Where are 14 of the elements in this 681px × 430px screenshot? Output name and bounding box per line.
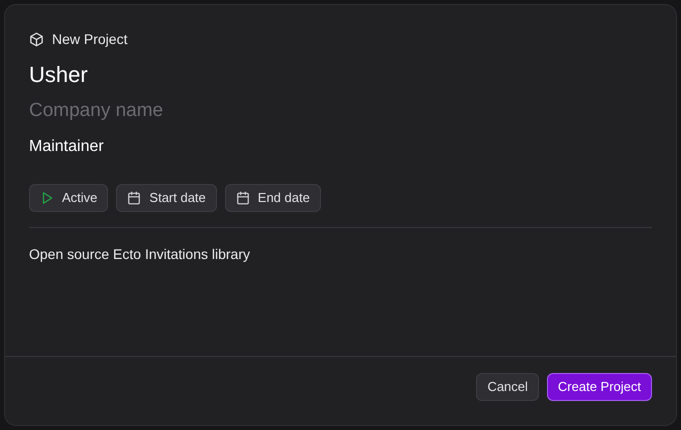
create-button[interactable]: Create Project xyxy=(546,373,652,401)
status-button[interactable]: Active xyxy=(29,184,108,212)
description-text[interactable]: Open source Ecto Invitations library xyxy=(29,244,652,265)
subtitle-field[interactable]: Company name xyxy=(29,96,329,126)
date-button[interactable]: Start date xyxy=(116,184,217,212)
role-field[interactable]: Maintainer xyxy=(29,132,329,162)
calendar-icon xyxy=(127,191,142,205)
dialog-title: New Project xyxy=(52,30,128,49)
cube-icon xyxy=(29,32,44,47)
title-field[interactable]: Usher xyxy=(29,58,329,92)
calendar-icon xyxy=(236,191,250,205)
play-icon xyxy=(40,191,54,205)
date-button[interactable]: End date xyxy=(224,184,321,212)
cancel-button[interactable]: Cancel xyxy=(476,373,539,401)
